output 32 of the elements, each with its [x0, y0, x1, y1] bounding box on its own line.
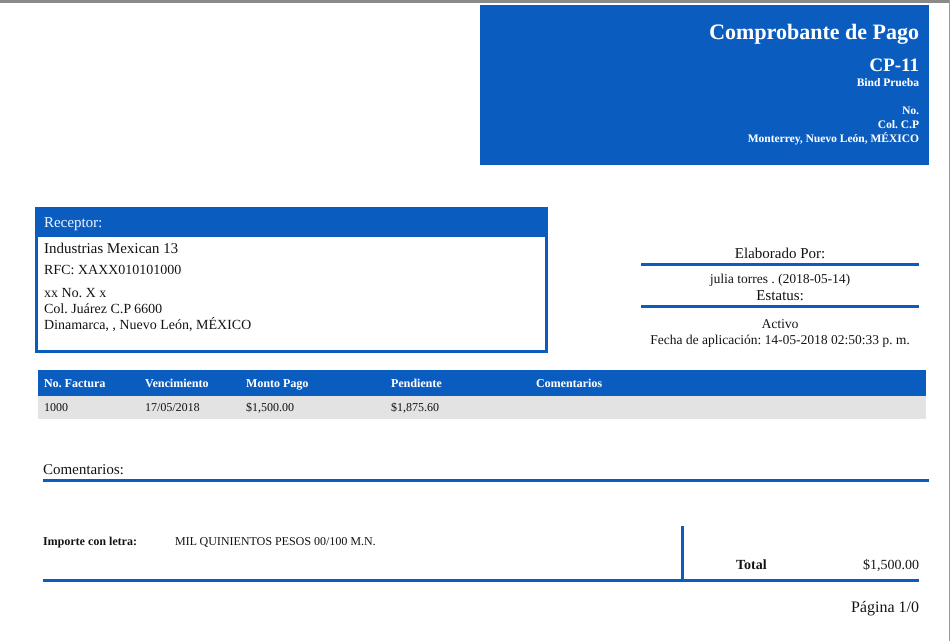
company-address-line: No. — [902, 104, 919, 118]
estatus-value: Activo — [762, 316, 798, 332]
receptor-address-line: xx No. X x — [44, 286, 108, 302]
table-cell: 1000 — [38, 396, 139, 419]
company-name: Bind Prueba — [856, 76, 919, 90]
receptor-name: Industrias Mexican 13 — [44, 240, 180, 259]
receptor-heading: Receptor: — [38, 210, 545, 237]
column-header: Monto Pago — [240, 370, 385, 396]
table-cell: $1,875.60 — [385, 396, 530, 419]
application-date: Fecha de aplicación: 14-05-2018 02:50:33 p. m. — [650, 332, 910, 348]
column-header: Comentarios — [530, 370, 926, 396]
table-cell: $1,500.00 — [240, 396, 385, 419]
comments-label: Comentarios: — [43, 461, 929, 482]
total-label: Total — [736, 558, 768, 574]
column-header: Vencimiento — [139, 370, 240, 396]
elaborado-label: Elaborado Por: — [641, 245, 919, 266]
company-address-line: Col. C.P — [878, 118, 919, 132]
amount-words-value: MIL QUINIENTOS PESOS 00/100 M.N. — [175, 534, 377, 550]
receptor-address-line: Dinamarca, , Nuevo León, MÉXICO — [44, 318, 252, 334]
receptor-rfc: RFC: XAXX010101000 — [44, 262, 182, 280]
document-title: Comprobante de Pago — [709, 19, 919, 45]
folio-number: CP-11 — [869, 56, 919, 76]
column-header: Pendiente — [385, 370, 530, 396]
company-address-line: Monterrey, Nuevo León, MÉXICO — [748, 132, 919, 146]
page-number: Página 1/0 — [851, 599, 919, 617]
column-header: No. Factura — [38, 370, 139, 396]
table-cell: 17/05/2018 — [139, 396, 240, 419]
total-value: $1,500.00 — [863, 558, 919, 574]
estatus-label: Estatus: — [641, 287, 919, 308]
receptor-address-line: Col. Juárez C.P 6600 — [44, 302, 164, 318]
elaborado-value: julia torres . (2018-05-14) — [710, 271, 850, 287]
amount-words-label: Importe con letra: — [43, 534, 138, 550]
